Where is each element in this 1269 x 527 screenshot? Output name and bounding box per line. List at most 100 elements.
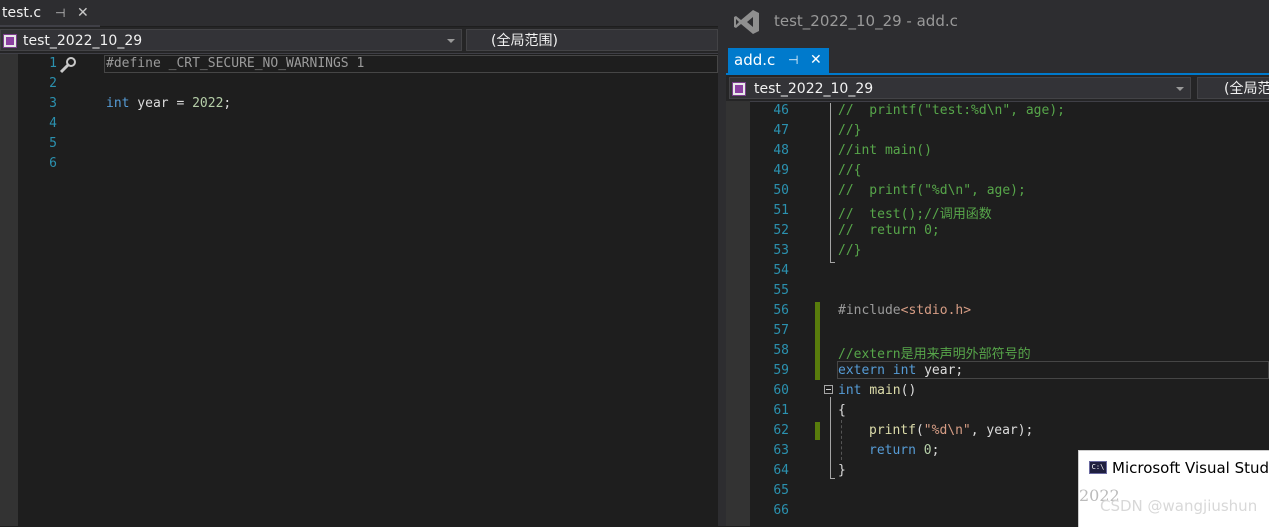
outline-guide — [830, 478, 835, 479]
code-line[interactable]: // test();//调用函数 — [838, 203, 992, 222]
right-tab-bar: add.c ⊣ ✕ — [726, 46, 1269, 75]
code-line[interactable]: // printf("test:%d\n", age); — [838, 103, 1065, 118]
line-number: 54 — [773, 263, 789, 278]
line-number: 63 — [773, 443, 789, 458]
code-line[interactable]: printf("%d\n", year); — [869, 423, 1033, 438]
code-line[interactable]: // printf("%d\n", age); — [838, 183, 1026, 198]
code-text: year = — [129, 96, 193, 111]
line-number: 59 — [773, 363, 789, 378]
code-text: ( — [915, 423, 924, 438]
line-number: 64 — [773, 463, 789, 478]
navigation-bar: test_2022_10_29 (全局范围) — [0, 27, 718, 54]
code-line[interactable]: int year = 2022; — [106, 96, 231, 111]
console-window-title: Microsoft Visual Stud — [1112, 459, 1269, 477]
line-number: 2 — [49, 76, 57, 91]
code-line[interactable]: //int main() — [838, 143, 932, 158]
tab-add-c[interactable]: add.c ⊣ ✕ — [728, 48, 829, 73]
code-text: () — [900, 383, 917, 398]
line-number: 62 — [773, 423, 789, 438]
code-line[interactable]: //extern是用来声明外部符号的 — [838, 343, 1031, 362]
outline-guide — [830, 397, 831, 479]
change-indicator — [815, 422, 820, 440]
line-number: 52 — [773, 223, 789, 238]
project-dropdown[interactable]: test_2022_10_29 — [0, 29, 462, 51]
code-line[interactable]: #include<stdio.h> — [838, 303, 971, 318]
macro-text: _CRT_SECURE_NO_WARNINGS 1 — [160, 56, 365, 71]
left-editor-pane: test.c ⊣ ✕ test_2022_10_29 (全局范围) 1 2 3 … — [0, 0, 718, 526]
line-number: 5 — [49, 136, 57, 151]
project-dropdown[interactable]: test_2022_10_29 — [729, 77, 1191, 99]
line-number: 51 — [773, 203, 789, 218]
string-literal: "%d\n" — [923, 423, 971, 438]
code-text: ; — [931, 443, 940, 458]
scope-dropdown[interactable]: (全局范围) — [466, 29, 718, 51]
outline-guide — [830, 262, 835, 263]
line-number: 47 — [773, 123, 789, 138]
tab-label: test.c — [2, 5, 42, 21]
project-icon — [3, 34, 17, 48]
line-number: 4 — [49, 116, 57, 131]
keyword: int — [106, 96, 130, 111]
keyword: extern — [838, 363, 885, 378]
window-title: test_2022_10_29 - add.c — [774, 12, 958, 30]
tab-label: add.c — [734, 51, 776, 69]
code-text: year; — [916, 363, 964, 378]
collapse-icon[interactable] — [824, 385, 833, 394]
line-number: 49 — [773, 163, 789, 178]
console-icon: C:\ — [1089, 461, 1107, 474]
line-number: 50 — [773, 183, 789, 198]
line-number: 60 — [773, 383, 789, 398]
code-line[interactable]: int main() — [838, 383, 916, 398]
close-icon[interactable]: ✕ — [77, 1, 89, 25]
line-number: 6 — [49, 156, 57, 171]
code-line[interactable]: //} — [838, 123, 861, 138]
left-tab-bar: test.c ⊣ ✕ — [0, 0, 718, 27]
pin-icon[interactable]: ⊣ — [788, 48, 798, 73]
dropdown-caret-icon — [447, 39, 455, 43]
project-name: test_2022_10_29 — [23, 33, 143, 49]
code-line[interactable]: //} — [838, 243, 861, 258]
navigation-bar: test_2022_10_29 (全局范 — [726, 75, 1269, 102]
line-number: 57 — [773, 323, 789, 338]
function-name: main — [869, 383, 901, 398]
pin-icon[interactable]: ⊣ — [55, 1, 65, 25]
scope-dropdown[interactable]: (全局范 — [1197, 77, 1269, 99]
number-literal: 2022 — [192, 96, 224, 111]
code-line[interactable]: // return 0; — [838, 223, 940, 238]
project-name: test_2022_10_29 — [754, 81, 874, 97]
outline-guide — [830, 103, 831, 263]
wrench-icon[interactable] — [57, 55, 79, 75]
line-number: 65 — [773, 483, 789, 498]
tab-test-c[interactable]: test.c ⊣ ✕ — [0, 1, 100, 27]
keyword: int — [892, 363, 917, 378]
line-number: 46 — [773, 103, 789, 118]
include-header: <stdio.h> — [900, 303, 972, 318]
code-text: ; — [223, 96, 232, 111]
line-number: 56 — [773, 303, 789, 318]
code-line[interactable]: } — [838, 463, 846, 478]
line-number: 61 — [773, 403, 789, 418]
project-icon — [732, 82, 746, 96]
code-line[interactable]: extern int year; — [838, 363, 963, 378]
keyword: return — [869, 443, 916, 458]
scope-label: (全局范 — [1224, 81, 1269, 97]
indicator-margin — [0, 54, 18, 526]
line-number: 58 — [773, 343, 789, 358]
code-line[interactable]: #define _CRT_SECURE_NO_WARNINGS 1 — [106, 56, 364, 71]
change-indicator — [815, 302, 820, 380]
dropdown-caret-icon — [1176, 87, 1184, 91]
watermark: CSDN @wangjiushun — [1100, 497, 1258, 515]
keyword: int — [838, 383, 862, 398]
preprocessor-directive: #define — [106, 56, 161, 71]
split-divider[interactable] — [718, 0, 726, 526]
line-number: 48 — [773, 143, 789, 158]
code-line[interactable]: //{ — [838, 163, 861, 178]
preprocessor-directive: #include — [838, 303, 901, 318]
close-icon[interactable]: ✕ — [810, 48, 822, 73]
code-line[interactable]: return 0; — [869, 443, 939, 458]
line-number: 66 — [773, 503, 789, 518]
code-line[interactable]: { — [838, 403, 846, 418]
line-number: 55 — [773, 283, 789, 298]
line-number: 53 — [773, 243, 789, 258]
scope-label: (全局范围) — [491, 33, 558, 49]
